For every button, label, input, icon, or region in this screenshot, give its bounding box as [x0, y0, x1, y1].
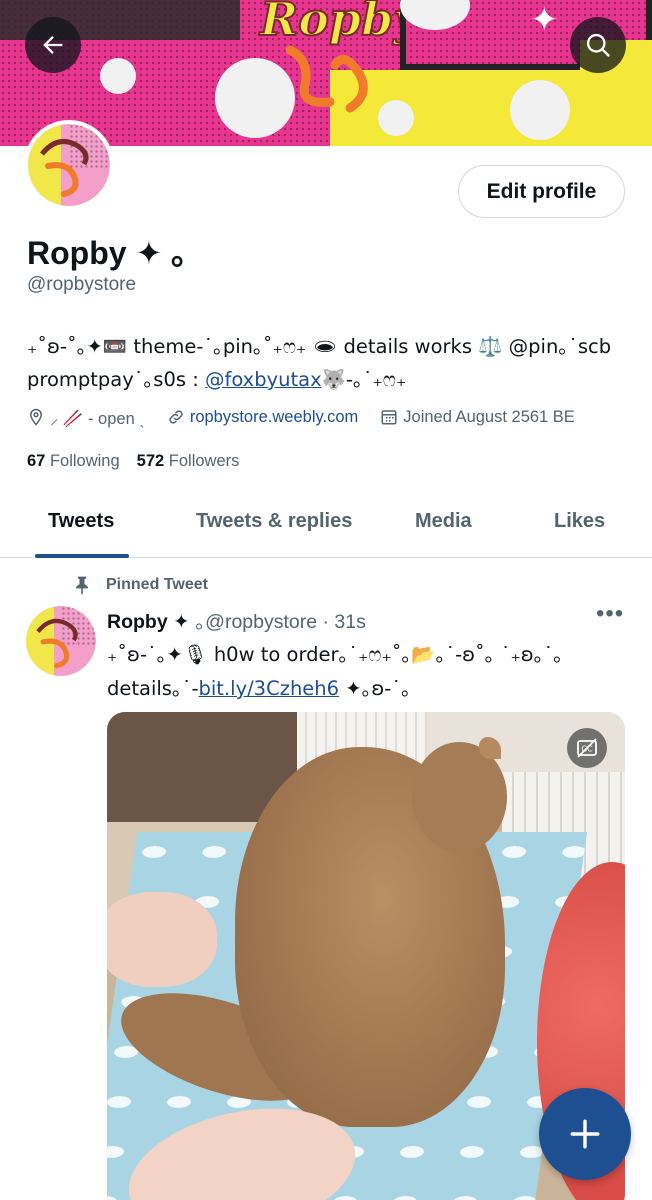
search-button[interactable] [570, 17, 626, 73]
profile-handle: @ropbystore [27, 274, 137, 295]
joined-item: Joined August 2561 BE [380, 408, 575, 427]
tab-likes[interactable]: Likes [554, 510, 605, 533]
banner-circle [510, 80, 570, 140]
svg-text:Ropby: Ropby [258, 0, 400, 46]
tab-tweets[interactable]: Tweets [48, 510, 114, 533]
website-item[interactable]: ropbystore.weebly.com [167, 408, 358, 427]
location-pin-icon [29, 408, 43, 426]
follow-stats: 67 Following 572 Followers [27, 452, 239, 471]
more-options-icon[interactable]: ••• [596, 600, 624, 628]
search-icon [586, 33, 610, 57]
pin-icon [76, 576, 88, 595]
profile-meta: ⸝ 🥢 - open ˎ ropbystore.weebly.com Joine… [27, 405, 597, 429]
tab-tweets-replies[interactable]: Tweets & replies [196, 510, 352, 533]
sparkle-icon: ✦ [530, 0, 559, 40]
tweet-handle-time: ｡@ropbystore · 31s [195, 611, 366, 633]
following-link[interactable]: 67 Following [27, 452, 120, 471]
compose-tweet-button[interactable] [539, 1088, 631, 1180]
joined-text: Joined August 2561 BE [403, 407, 575, 426]
tweet-link[interactable]: bit.ly/3Czheh6 [199, 677, 340, 700]
tweet-avatar[interactable] [26, 606, 96, 676]
profile-tabs: Tweets Tweets & replies Media Likes [0, 490, 652, 558]
banner-circle [100, 58, 136, 94]
avatar-image [28, 124, 110, 206]
tweet-text: ₊˚ʚ-˙｡✦🎙 h0w to order｡˙₊ෆ₊˚｡📂｡˙-ʚ˚｡ ˙₊ʚ｡… [107, 643, 563, 700]
profile-avatar[interactable] [24, 120, 114, 210]
location-text: ⸝ 🥢 - open ˎ [50, 409, 145, 428]
edit-profile-button[interactable]: Edit profile [458, 165, 625, 218]
avatar-image [26, 606, 96, 676]
arrow-left-icon [43, 36, 63, 54]
location-item: ⸝ 🥢 - open ˎ [27, 406, 145, 429]
pinned-label: Pinned Tweet [72, 574, 208, 596]
bio-mention-link[interactable]: @foxbyutax [205, 368, 322, 391]
calendar-icon [381, 410, 397, 425]
bio-text: 🐺-｡˙₊ෆ₊ [321, 368, 407, 391]
followers-link[interactable]: 572 Followers [137, 452, 240, 471]
tweet-header: Ropby ✦ ｡@ropbystore · 31s [107, 605, 366, 634]
banner-logo: Ropby [257, 0, 400, 113]
profile-bio: ₊˚ʚ-˚｡✦📼 theme-˙｡pin｡˚₊ෆ₊ 🕳 details work… [27, 330, 627, 396]
video-hand [107, 892, 217, 987]
tab-media[interactable]: Media [415, 510, 472, 533]
plus-icon [570, 1119, 600, 1149]
back-button[interactable] [25, 17, 81, 73]
link-icon [169, 410, 183, 424]
active-tab-indicator [35, 554, 129, 558]
tweet-author-name[interactable]: Ropby ✦ [107, 610, 189, 634]
profile-name: Ropby ✦ ｡ [27, 235, 188, 271]
website-link[interactable]: ropbystore.weebly.com [190, 408, 358, 427]
captions-off-icon[interactable]: CC [567, 728, 607, 768]
